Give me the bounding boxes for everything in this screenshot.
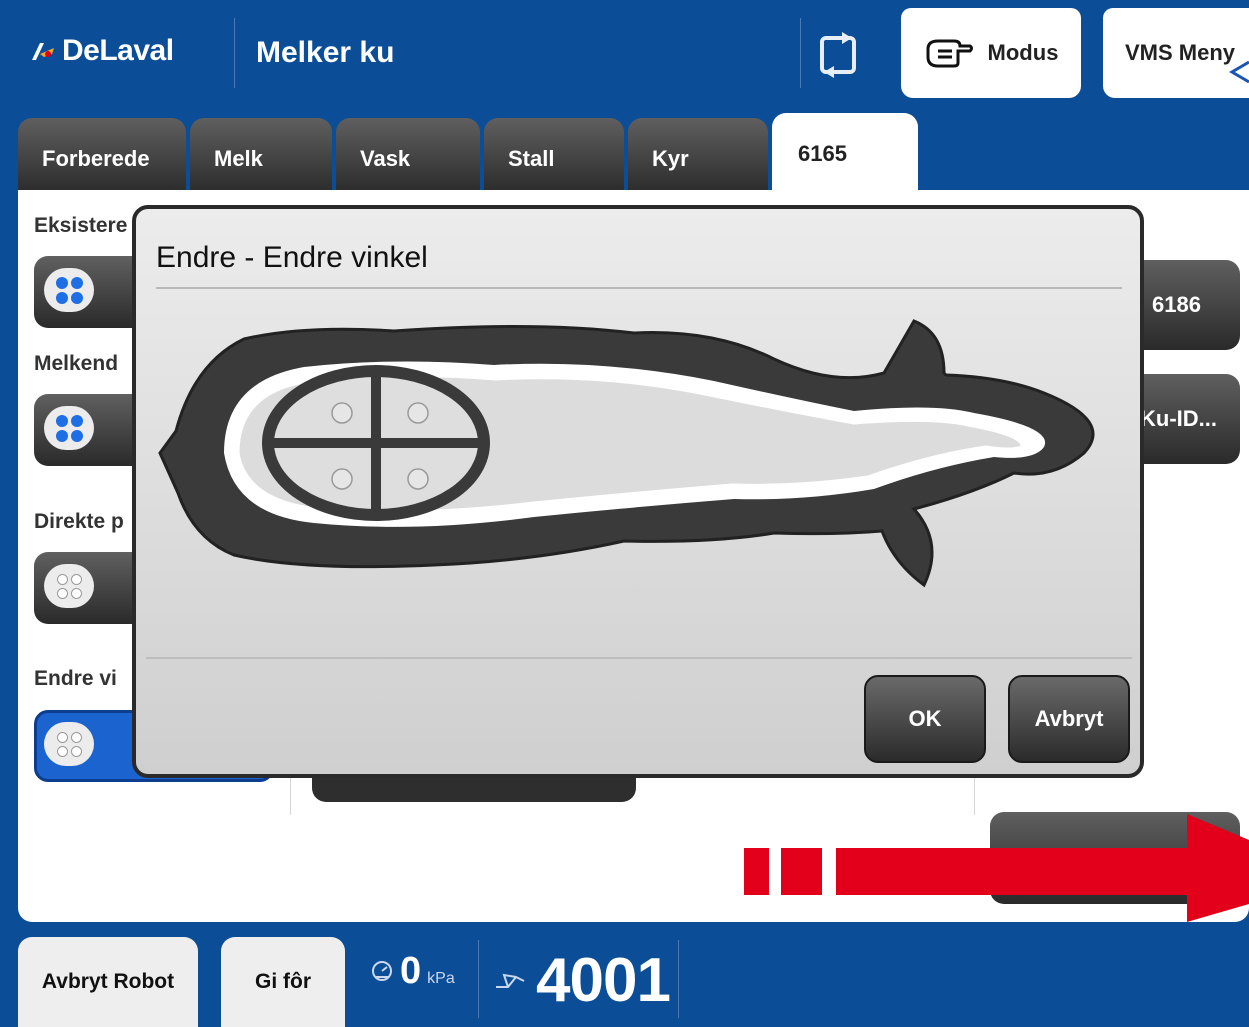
teat-config-icon (44, 406, 94, 450)
tab-label: 6165 (798, 141, 847, 166)
feed-button[interactable]: Gi fôr (221, 937, 345, 1027)
brand-name: DeLaval (62, 34, 174, 67)
teat-config-icon (44, 564, 94, 608)
dialog-divider (156, 287, 1122, 289)
tab-label: Stall (508, 146, 555, 171)
footer-divider (478, 940, 479, 1018)
vms-menu-label: VMS Meny (1125, 40, 1236, 65)
hand-pointing-icon (926, 39, 973, 68)
sync-icon[interactable] (816, 30, 860, 80)
teat-config-icon (44, 268, 94, 312)
abort-robot-label: Avbryt Robot (41, 970, 175, 993)
section-label: Melkend (34, 352, 119, 375)
tab-label: Forberede (42, 146, 150, 171)
robot-id-value: 4001 (536, 946, 671, 1015)
tab-cow-6165[interactable]: 6165 (772, 113, 918, 193)
tab-kyr[interactable]: Kyr (628, 118, 768, 192)
section-label: Endre vi (34, 667, 117, 690)
header-divider (800, 18, 801, 88)
header-divider (234, 18, 235, 88)
abort-robot-button[interactable]: Avbryt Robot (18, 937, 198, 1027)
robot-arm-icon (496, 973, 525, 988)
blue-pointer-arrow-icon (1229, 60, 1249, 84)
robot-id-readout: 4001 (494, 945, 671, 1016)
delaval-logo-icon (32, 43, 54, 60)
page-title: Melker ku (256, 36, 395, 69)
header-bar: DeLaval Melker ku Modus VMS Meny (0, 0, 1249, 104)
tab-label: Melk (214, 146, 263, 171)
vacuum-unit: kPa (427, 970, 455, 987)
ok-button[interactable]: OK (864, 675, 986, 763)
tab-stall[interactable]: Stall (484, 118, 624, 192)
right-button-label: 6186 (1152, 292, 1201, 317)
vacuum-value: 0 (400, 950, 422, 992)
red-arrow-annotation (744, 814, 1249, 922)
dialog-title: Endre - Endre vinkel (156, 241, 428, 274)
section-label: Direkte p (34, 510, 124, 533)
modus-label: Modus (987, 40, 1059, 65)
gauge-icon (372, 961, 392, 981)
cow-outline-angle-icon[interactable] (154, 303, 1104, 613)
right-button-label: Ku-ID... (1140, 406, 1217, 431)
vacuum-readout: 0 kPa (370, 950, 455, 993)
tab-label: Vask (360, 146, 411, 171)
section-label: Eksistere (34, 214, 128, 237)
tab-vask[interactable]: Vask (336, 118, 480, 192)
footer-divider (678, 940, 679, 1018)
change-angle-dialog: Endre - Endre vinkel OK Avbryt (132, 205, 1144, 778)
teat-config-icon (44, 722, 94, 766)
tab-forberede[interactable]: Forberede (18, 118, 186, 192)
cancel-button[interactable]: Avbryt (1008, 675, 1130, 763)
dialog-divider (146, 657, 1132, 659)
delaval-logo: DeLaval (30, 34, 174, 68)
feed-label: Gi fôr (255, 970, 311, 993)
tab-label: Kyr (652, 146, 689, 171)
modus-button[interactable]: Modus (901, 8, 1081, 98)
tab-melk[interactable]: Melk (190, 118, 332, 192)
